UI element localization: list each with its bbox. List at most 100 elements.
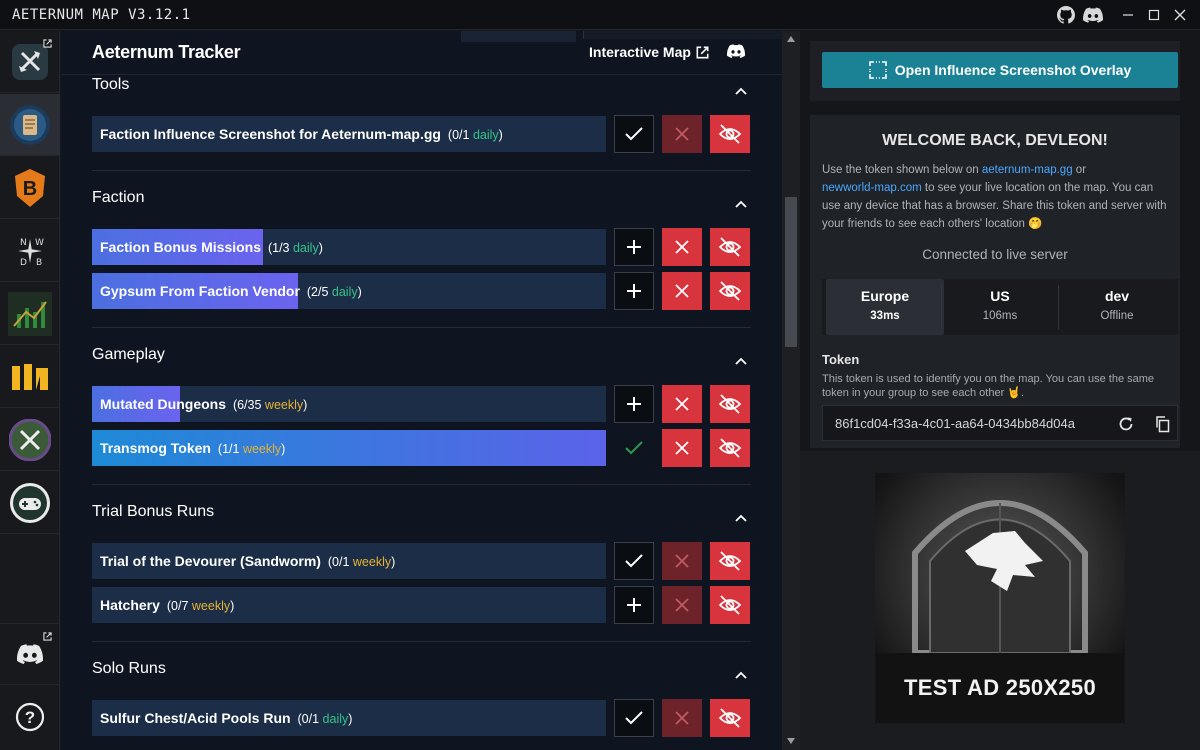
discord-icon[interactable] xyxy=(727,44,746,63)
complete-task-button[interactable] xyxy=(614,542,654,580)
task-period: daily xyxy=(472,128,499,142)
chart-app-icon[interactable] xyxy=(0,283,60,345)
discord-community-link[interactable] xyxy=(0,623,60,685)
chevron-up-icon[interactable] xyxy=(735,666,749,679)
complete-task-button[interactable] xyxy=(614,699,654,737)
reset-task-button[interactable] xyxy=(662,272,702,310)
aeternum-map-app-icon[interactable] xyxy=(0,31,60,93)
chevron-up-icon[interactable] xyxy=(735,509,749,522)
server-name: US xyxy=(990,288,1010,304)
aeternum-tracker-app-icon[interactable] xyxy=(0,94,60,156)
hide-task-button[interactable] xyxy=(710,586,750,624)
welcome-title: WELCOME BACK, DEVLEON! xyxy=(882,132,1108,149)
ad-banner[interactable]: TEST AD 250X250 xyxy=(875,473,1125,723)
minimize-icon[interactable] xyxy=(1118,5,1138,25)
help-button[interactable]: ? xyxy=(0,686,60,748)
external-link-icon xyxy=(43,39,52,48)
task-label: Sulfur Chest/Acid Pools Run (0/1 daily) xyxy=(100,710,352,726)
hide-task-button[interactable] xyxy=(710,429,750,467)
chevron-up-icon[interactable] xyxy=(735,195,749,208)
chevron-up-icon[interactable] xyxy=(735,352,749,365)
reset-task-button[interactable] xyxy=(662,115,702,153)
task-name: Faction Influence Screenshot for Aeternu… xyxy=(100,126,441,142)
token-label: Token xyxy=(822,352,860,367)
section-title[interactable]: Tools xyxy=(92,76,129,94)
task-label: Faction Influence Screenshot for Aeternu… xyxy=(100,126,503,142)
aeternum-map-link[interactable]: aeternum-map.gg xyxy=(982,164,1073,176)
welcome-text: Use the token shown below on aeternum-ma… xyxy=(822,161,1168,233)
scroll-down-icon[interactable] xyxy=(787,738,795,744)
main-scrollbar[interactable] xyxy=(782,31,800,750)
open-overlay-label: Open Influence Screenshot Overlay xyxy=(894,62,1132,78)
b-logo-app-icon[interactable]: B xyxy=(0,157,60,219)
task-name: Transmog Token xyxy=(100,440,211,456)
tracker-main: Aeternum Tracker Interactive Map Tools Fa… xyxy=(61,31,782,750)
reset-task-button[interactable] xyxy=(662,586,702,624)
server-option-dev[interactable]: dev Offline xyxy=(1058,279,1176,335)
hide-task-button[interactable] xyxy=(710,272,750,310)
reset-task-button[interactable] xyxy=(662,429,702,467)
increment-task-button[interactable] xyxy=(614,272,654,310)
task-name: Hatchery xyxy=(100,597,160,613)
task-row: Faction Influence Screenshot for Aeternu… xyxy=(92,116,606,152)
reset-task-button[interactable] xyxy=(662,699,702,737)
maximize-icon[interactable] xyxy=(1144,5,1164,25)
svg-text:?: ? xyxy=(25,708,35,727)
discord-icon[interactable] xyxy=(1083,5,1103,25)
axes-app-icon[interactable] xyxy=(0,409,60,471)
reset-task-button[interactable] xyxy=(662,542,702,580)
section-title[interactable]: Gameplay xyxy=(92,346,165,364)
chevron-up-icon[interactable] xyxy=(735,82,749,95)
reset-task-button[interactable] xyxy=(662,228,702,266)
section-title[interactable]: Trial Bonus Runs xyxy=(92,503,214,521)
hide-task-button[interactable] xyxy=(710,699,750,737)
complete-task-button[interactable] xyxy=(614,115,654,153)
server-option-us[interactable]: US 106ms xyxy=(941,279,1059,335)
copy-icon[interactable] xyxy=(1154,415,1172,433)
open-overlay-button[interactable]: Open Influence Screenshot Overlay xyxy=(822,52,1178,88)
task-label: Trial of the Devourer (Sandworm) (0/1 we… xyxy=(100,553,395,569)
newworld-map-link[interactable]: newworld-map.com xyxy=(822,182,922,194)
task-period: daily xyxy=(292,241,319,255)
completed-check-icon xyxy=(614,429,654,467)
task-period: weekly xyxy=(191,599,231,613)
task-row: Transmog Token (1/1 weekly) xyxy=(92,430,606,466)
ad-area: TEST AD 250X250 xyxy=(800,451,1200,750)
nwdb-app-icon[interactable]: N W D B xyxy=(0,220,60,282)
gamepad-app-icon[interactable] xyxy=(0,472,60,534)
external-link-icon xyxy=(696,46,709,58)
svg-text:D: D xyxy=(20,258,27,268)
axes-emblem-icon xyxy=(9,418,51,461)
token-value[interactable]: 86f1cd04-f33a-4c01-aa64-0434bb84d04a xyxy=(835,416,1075,431)
scroll-up-icon[interactable] xyxy=(787,36,795,42)
welcome-card: WELCOME BACK, DEVLEON! Use the token sho… xyxy=(810,115,1180,448)
reset-task-button[interactable] xyxy=(662,385,702,423)
task-count: (0/7 weekly) xyxy=(159,599,235,613)
increment-task-button[interactable] xyxy=(614,586,654,624)
hide-task-button[interactable] xyxy=(710,385,750,423)
close-icon[interactable] xyxy=(1170,5,1190,25)
task-count: (1/1 weekly) xyxy=(210,442,286,456)
increment-task-button[interactable] xyxy=(614,385,654,423)
task-row: Trial of the Devourer (Sandworm) (0/1 we… xyxy=(92,543,606,579)
refresh-icon[interactable] xyxy=(1117,415,1135,433)
svg-text:B: B xyxy=(36,258,42,268)
section-title[interactable]: Faction xyxy=(92,189,144,207)
section-divider xyxy=(92,641,751,642)
section-title[interactable]: Solo Runs xyxy=(92,660,166,678)
m-logo-app-icon[interactable] xyxy=(0,346,60,408)
nwdb-compass-icon: N W D B xyxy=(18,238,44,268)
connection-status: Connected to live server xyxy=(922,247,1068,262)
hide-task-button[interactable] xyxy=(710,542,750,580)
interactive-map-link[interactable]: Interactive Map xyxy=(589,44,709,60)
hide-task-button[interactable] xyxy=(710,115,750,153)
increment-task-button[interactable] xyxy=(614,228,654,266)
server-option-europe[interactable]: Europe 33ms xyxy=(826,279,944,335)
token-help: This token is used to identify you on th… xyxy=(822,373,1155,399)
github-icon[interactable] xyxy=(1056,5,1076,25)
scroll-thumb[interactable] xyxy=(785,197,797,347)
hide-task-button[interactable] xyxy=(710,228,750,266)
help-icon: ? xyxy=(15,702,45,732)
gamepad-icon xyxy=(10,482,50,523)
token-field[interactable]: 86f1cd04-f33a-4c01-aa64-0434bb84d04a xyxy=(822,405,1178,441)
